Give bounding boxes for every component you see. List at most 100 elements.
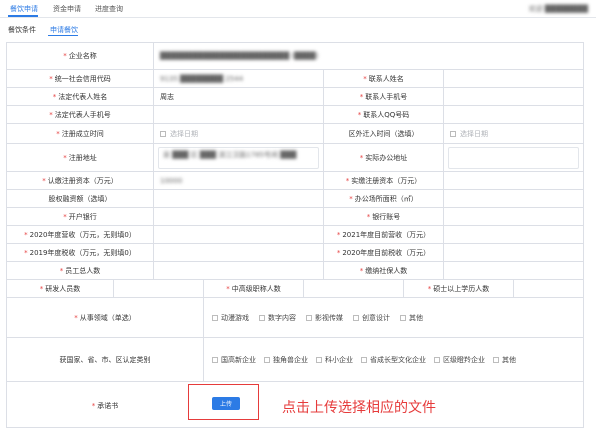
checkbox-icon <box>212 357 218 363</box>
tab-fund-apply[interactable]: 资金申请 <box>53 4 81 14</box>
checkbox-icon <box>316 357 322 363</box>
subtab-indicator <box>48 35 78 36</box>
active-tab-indicator <box>8 15 38 17</box>
office-area-field[interactable] <box>443 190 583 208</box>
credit-code-field[interactable]: 9135 ████████ 2544 <box>153 70 323 88</box>
recognition-option[interactable]: 区级瞪羚企业 <box>434 355 485 365</box>
recognition-option[interactable]: 科小企业 <box>316 355 353 365</box>
tab-apply-catering[interactable]: 申请餐饮 <box>50 25 78 35</box>
recognition-option[interactable]: 省成长型文化企业 <box>361 355 426 365</box>
form-row: * 开户银行 * 银行账号 <box>7 207 583 226</box>
form-row: * 研发人员数 * 中高级职称人数 * 硕士以上学历人数 <box>7 279 583 298</box>
checkbox-icon <box>264 357 270 363</box>
register-address-textarea[interactable]: 泉 ███ 区 ███ 滨江汉路1785号闲 ███ <box>153 144 323 172</box>
radio-icon <box>353 315 359 321</box>
field-label: 股权融资额（选填） <box>48 195 112 203</box>
field-label: 区外迁入时间（选填） <box>323 124 443 144</box>
form-row: 股权融资额（选填） * 办公场所面积（㎡） <box>7 189 583 208</box>
application-form: * 企业名称 ████████████████████████ (████) * 统… <box>6 42 584 428</box>
register-date-picker[interactable]: 选择日期 <box>153 124 323 144</box>
field-label: * 实缴注册资本（万元） <box>323 172 443 190</box>
tax-2019-field[interactable] <box>153 244 323 262</box>
contact-qq-field[interactable] <box>443 106 583 124</box>
field-label: * 联系人姓名 <box>323 70 443 88</box>
rd-staff-field[interactable] <box>113 280 203 298</box>
tax-2020-field[interactable] <box>443 244 583 262</box>
section-label: 餐饮条件 <box>8 26 36 34</box>
field-label: * 2019年度税收（万元，无则填0） <box>24 249 136 257</box>
checkbox-icon <box>493 357 499 363</box>
field-label: * 硕士以上学历人数 <box>403 280 513 298</box>
field-label: * 联系人手机号 <box>323 88 443 106</box>
move-date-picker[interactable]: 选择日期 <box>443 124 583 144</box>
mid-title-field[interactable] <box>303 280 403 298</box>
checkbox-icon <box>361 357 367 363</box>
field-label: * 联系人QQ号码 <box>323 106 443 124</box>
bank-field[interactable] <box>153 208 323 226</box>
field-label: * 研发人员数 <box>39 285 81 293</box>
field-label: * 认缴注册资本（万元） <box>42 177 118 185</box>
insured-field[interactable] <box>443 262 583 280</box>
user-info[interactable]: 欢迎 ████████ <box>529 4 588 14</box>
recognition-option[interactable]: 其他 <box>493 355 516 365</box>
form-row: * 统一社会信用代码 9135 ████████ 2544 * 联系人姓名 <box>7 69 583 88</box>
field-label: * 员工总人数 <box>59 267 101 275</box>
industry-radio-group: 动漫游戏 数字内容 影视传媒 创意设计 其他 <box>203 298 583 338</box>
form-row: * 2019年度税收（万元，无则填0） * 2020年度目前税收（万元） <box>7 243 583 262</box>
checkbox-icon <box>434 357 440 363</box>
legal-phone-field[interactable] <box>153 106 323 124</box>
master-field[interactable] <box>513 280 583 298</box>
field-label: * 缴纳社保人数 <box>323 262 443 280</box>
form-row: * 认缴注册资本（万元） 10000 * 实缴注册资本（万元） <box>7 171 583 190</box>
company-name-field[interactable]: ████████████████████████ (████) <box>153 43 583 69</box>
radio-icon <box>259 315 265 321</box>
form-row: * 从事领域（单选） 动漫游戏 数字内容 影视传媒 创意设计 其他 <box>7 297 583 338</box>
revenue-2020-field[interactable] <box>153 226 323 244</box>
revenue-2021-field[interactable] <box>443 226 583 244</box>
form-row: * 员工总人数 * 缴纳社保人数 <box>7 261 583 280</box>
equity-fin-field[interactable] <box>153 190 323 208</box>
form-row: * 2020年度营收（万元，无则填0） * 2021年度目前营收（万元） <box>7 225 583 244</box>
field-label: * 开户银行 <box>63 213 97 221</box>
form-row: * 法定代表人手机号 * 联系人QQ号码 <box>7 105 583 124</box>
subscribed-capital-field[interactable]: 10000 <box>153 172 323 190</box>
recognition-option[interactable]: 国高新企业 <box>212 355 256 365</box>
calendar-icon <box>160 131 166 137</box>
bank-account-field[interactable] <box>443 208 583 226</box>
field-label: * 统一社会信用代码 <box>49 75 111 83</box>
legal-name-field[interactable]: 周志 <box>153 88 323 106</box>
radio-icon <box>212 315 218 321</box>
tab-catering-apply[interactable]: 餐饮申请 <box>10 4 38 14</box>
field-label: * 法定代表人姓名 <box>52 93 108 101</box>
recognition-checkbox-group: 国高新企业 独角兽企业 科小企业 省成长型文化企业 区级瞪羚企业 其他 <box>203 338 583 382</box>
field-label: * 2020年度目前税收（万元） <box>323 244 443 262</box>
form-row: * 注册成立时间 选择日期 区外迁入时间（选填） 选择日期 <box>7 123 583 144</box>
staff-field[interactable] <box>153 262 323 280</box>
office-address-textarea[interactable] <box>443 144 583 172</box>
field-label: * 注册地址 <box>63 154 97 162</box>
contact-name-field[interactable] <box>443 70 583 88</box>
recognition-option[interactable]: 独角兽企业 <box>264 355 308 365</box>
radio-icon <box>400 315 406 321</box>
industry-option[interactable]: 创意设计 <box>353 313 390 323</box>
field-label: * 从事领域（单选） <box>74 314 136 322</box>
field-label: * 承诺书 <box>91 402 119 410</box>
paid-capital-field[interactable] <box>443 172 583 190</box>
highlight-box <box>188 384 259 420</box>
field-label: * 银行账号 <box>323 208 443 226</box>
field-label: * 2021年度目前营收（万元） <box>323 226 443 244</box>
industry-option[interactable]: 其他 <box>400 313 423 323</box>
field-label: * 2020年度营收（万元，无则填0） <box>24 231 136 239</box>
industry-option[interactable]: 动漫游戏 <box>212 313 249 323</box>
field-label: 获国家、省、市、区认定类别 <box>59 356 151 364</box>
tab-progress[interactable]: 进度查询 <box>95 4 123 14</box>
field-label: * 中高级职称人数 <box>203 280 303 298</box>
industry-option[interactable]: 影视传媒 <box>306 313 343 323</box>
form-row: * 注册地址 泉 ███ 区 ███ 滨江汉路1785号闲 ███ * 实际办公地址 <box>7 143 583 172</box>
form-row: * 法定代表人姓名 周志 * 联系人手机号 <box>7 87 583 106</box>
form-row: * 企业名称 ████████████████████████ (████) <box>7 43 583 69</box>
industry-option[interactable]: 数字内容 <box>259 313 296 323</box>
field-label: * 法定代表人手机号 <box>49 111 111 119</box>
field-label: * 实际办公地址 <box>323 144 443 172</box>
contact-phone-field[interactable] <box>443 88 583 106</box>
